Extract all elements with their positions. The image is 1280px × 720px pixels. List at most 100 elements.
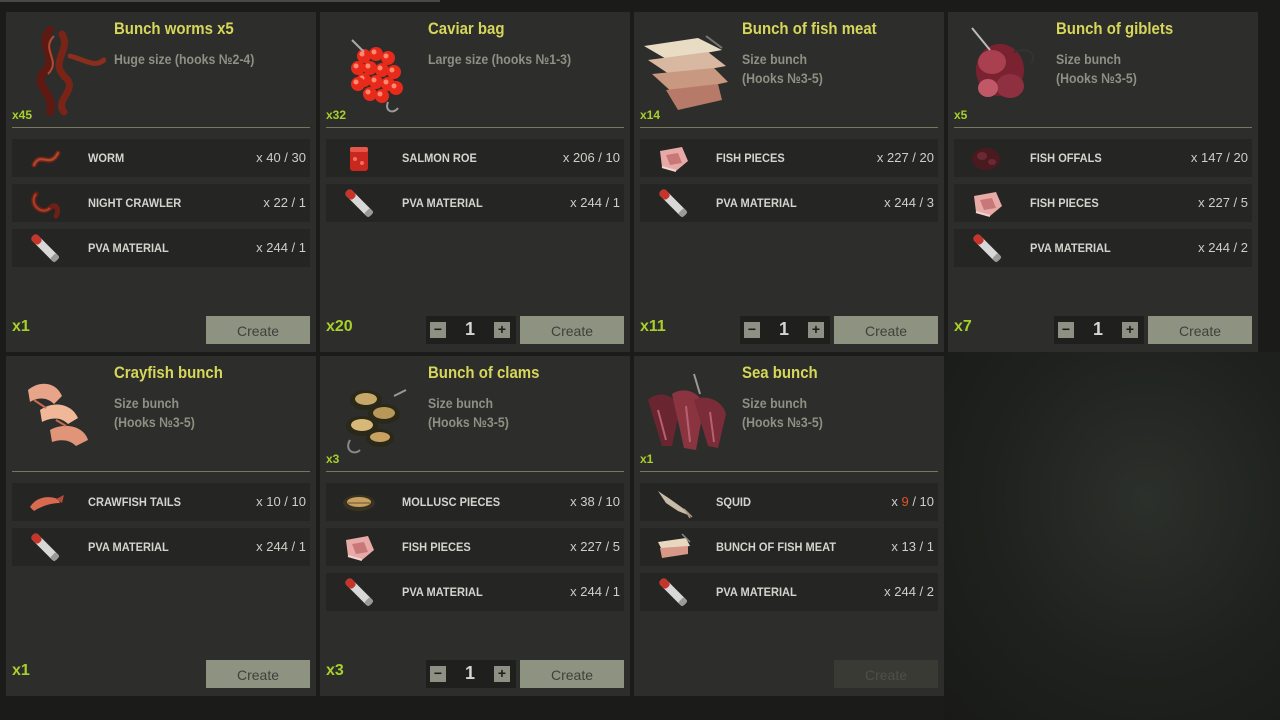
fish-offals-icon (962, 141, 1012, 175)
ingredient-row: PVA MATERIAL x 244 / 1 (326, 573, 624, 611)
stock-badge: x5 (954, 108, 968, 122)
ingredient-count: x 22 / 1 (263, 195, 306, 210)
ingredient-row: MOLLUSC PIECES x 38 / 10 (326, 483, 624, 521)
recipe-card: Crayfish bunch Size bunch (Hooks №3-5) CRA… (6, 356, 316, 696)
create-button[interactable]: Create (1148, 316, 1252, 344)
ingredient-row: SALMON ROE x 206 / 10 (326, 139, 624, 177)
recipe-subtitle: Size bunch (Hooks №3-5) (114, 395, 195, 430)
salmon-roe-icon (334, 141, 384, 175)
increment-button[interactable]: + (494, 322, 510, 338)
recipe-title: Crayfish bunch (114, 363, 223, 382)
ingredient-count: x 147 / 20 (1190, 150, 1248, 165)
ingredient-row: FISH PIECES x 227 / 5 (326, 528, 624, 566)
divider (326, 127, 624, 128)
ingredient-count: x 227 / 20 (876, 150, 934, 165)
pva-material-icon (962, 231, 1012, 265)
divider (326, 471, 624, 472)
decrement-button[interactable]: − (430, 322, 446, 338)
ingredient-count: x 13 / 1 (891, 539, 934, 554)
create-button[interactable]: Create (520, 316, 624, 344)
ingredient-count: x 40 / 30 (256, 150, 306, 165)
recipe-subtitle: Size bunch (Hooks №3-5) (1056, 51, 1137, 86)
ingredient-count: x 206 / 10 (562, 150, 620, 165)
fish-pieces-icon (648, 141, 698, 175)
create-button[interactable]: Create (206, 316, 310, 344)
recipe-title: Bunch of clams (428, 363, 540, 382)
quantity-value: 1 (464, 663, 475, 683)
pva-material-icon (648, 186, 698, 220)
recipe-card: x14 Bunch of fish meat Size bunch (Hooks №… (634, 12, 944, 352)
ingredient-count: x 38 / 10 (570, 494, 620, 509)
craft-multiplier: x3 (326, 662, 344, 679)
pva-material-icon (648, 575, 698, 609)
recipe-title: Bunch of giblets (1056, 19, 1174, 38)
ingredient-count: x 9 / 10 (891, 494, 934, 509)
quantity-stepper: − 1 + (426, 316, 516, 344)
crayfish-bunch-icon (10, 360, 106, 466)
ingredient-count: x 244 / 1 (570, 195, 620, 210)
ingredient-row: PVA MATERIAL x 244 / 2 (640, 573, 938, 611)
stock-badge: x32 (326, 108, 347, 122)
craft-multiplier: x11 (640, 318, 666, 335)
divider (12, 471, 310, 472)
ingredient-count: x 10 / 10 (256, 494, 306, 509)
bunch-of-fish-meat-icon (648, 530, 698, 564)
decrement-button[interactable]: − (1058, 322, 1074, 338)
stock-badge: x14 (640, 108, 661, 122)
ingredient-name: SQUID (716, 495, 751, 509)
recipe-subtitle: Huge size (hooks №2-4) (114, 51, 255, 67)
ingredient-row: PVA MATERIAL x 244 / 1 (326, 184, 624, 222)
ingredient-row: CRAWFISH TAILS x 10 / 10 (12, 483, 310, 521)
increment-button[interactable]: + (494, 666, 510, 682)
create-button[interactable]: Create (834, 316, 938, 344)
clams-bunch-icon: x3 (324, 360, 420, 466)
create-button[interactable]: Create (834, 660, 938, 688)
quantity-stepper: − 1 + (426, 660, 516, 688)
ingredient-name: PVA MATERIAL (88, 540, 169, 554)
ingredient-row: PVA MATERIAL x 244 / 1 (12, 229, 310, 267)
decrement-button[interactable]: − (430, 666, 446, 682)
create-button[interactable]: Create (206, 660, 310, 688)
ingredient-row: FISH OFFALS x 147 / 20 (954, 139, 1252, 177)
ingredient-name: PVA MATERIAL (716, 196, 797, 210)
increment-button[interactable]: + (1122, 322, 1138, 338)
craft-multiplier: x20 (326, 318, 353, 335)
create-button[interactable]: Create (520, 660, 624, 688)
ingredient-name: MOLLUSC PIECES (402, 495, 501, 509)
ingredient-count: x 244 / 1 (570, 584, 620, 599)
divider (640, 471, 938, 472)
night-crawler-icon (20, 186, 70, 220)
recipe-title: Bunch worms x5 (114, 19, 234, 38)
stock-badge: x1 (640, 452, 654, 466)
ingredient-name: CRAWFISH TAILS (88, 495, 182, 509)
ingredient-count: x 244 / 1 (256, 539, 306, 554)
quantity-value: 1 (464, 319, 475, 339)
pva-material-icon (20, 530, 70, 564)
divider (12, 127, 310, 128)
recipe-card: x45 Bunch worms x5 Huge size (hooks №2-4) W… (6, 12, 316, 352)
sea-bunch-icon: x1 (638, 360, 734, 466)
ingredient-name: FISH PIECES (716, 151, 785, 165)
decrement-button[interactable]: − (744, 322, 760, 338)
ingredient-name: FISH PIECES (1030, 196, 1099, 210)
pva-material-icon (334, 575, 384, 609)
ingredient-name: BUNCH OF FISH MEAT (716, 540, 837, 554)
ingredient-count: x 244 / 2 (884, 584, 934, 599)
ingredient-row: BUNCH OF FISH MEAT x 13 / 1 (640, 528, 938, 566)
ingredient-name: WORM (88, 151, 125, 165)
ingredient-row: WORM x 40 / 30 (12, 139, 310, 177)
quantity-value: 1 (1092, 319, 1103, 339)
pva-material-icon (20, 231, 70, 265)
stock-badge: x3 (326, 452, 340, 466)
ingredient-name: FISH PIECES (402, 540, 471, 554)
increment-button[interactable]: + (808, 322, 824, 338)
craft-multiplier: x1 (12, 318, 30, 335)
ingredient-name: PVA MATERIAL (402, 196, 483, 210)
ingredient-name: NIGHT CRAWLER (88, 196, 182, 210)
fish-pieces-icon (334, 530, 384, 564)
ingredient-count: x 227 / 5 (1198, 195, 1248, 210)
craft-multiplier: x7 (954, 318, 972, 335)
ingredient-row: FISH PIECES x 227 / 20 (640, 139, 938, 177)
quantity-value: 1 (778, 319, 789, 339)
ingredient-count: x 244 / 3 (884, 195, 934, 210)
